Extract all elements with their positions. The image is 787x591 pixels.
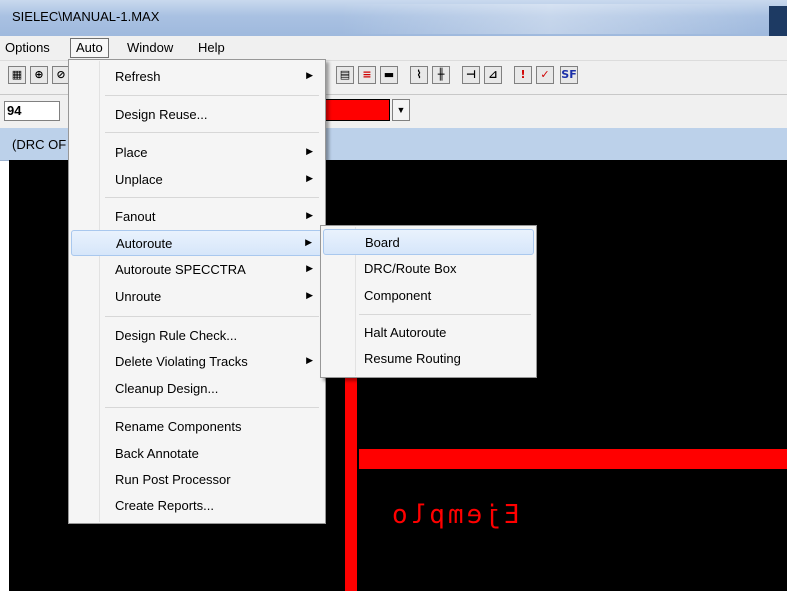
menu-item-label: Autoroute SPECCTRA bbox=[115, 262, 246, 277]
submenu-item-drc-route-box[interactable]: DRC/Route Box bbox=[323, 256, 534, 282]
drc-check-icon[interactable]: ✓ bbox=[536, 66, 554, 84]
submenu-item-halt-autoroute[interactable]: Halt Autoroute bbox=[323, 320, 534, 346]
menu-item-autoroute-specctra[interactable]: Autoroute SPECCTRA ▶ bbox=[71, 257, 323, 283]
drc-toggle-icon[interactable]: ≡ bbox=[358, 66, 376, 84]
title-bar-edge bbox=[769, 6, 787, 36]
sf-icon[interactable]: SF bbox=[560, 66, 578, 84]
submenu-item-label: DRC/Route Box bbox=[364, 261, 457, 276]
pcb-reference-text: Ejemplo bbox=[389, 500, 520, 530]
menu-window[interactable]: Window bbox=[122, 40, 178, 56]
menu-item-back-annotate[interactable]: Back Annotate bbox=[71, 441, 323, 467]
menu-item-refresh[interactable]: Refresh ▶ bbox=[71, 64, 323, 90]
menu-options[interactable]: Options bbox=[0, 40, 55, 56]
autoroute-submenu: Board DRC/Route Box Component Halt Autor… bbox=[320, 225, 537, 378]
menu-item-label: Create Reports... bbox=[115, 498, 214, 513]
fanout-icon[interactable]: ⌇ bbox=[410, 66, 428, 84]
pcb-track-horizontal bbox=[359, 449, 787, 469]
submenu-arrow-icon: ▶ bbox=[306, 70, 313, 80]
layer-toggle-icon[interactable]: ▤ bbox=[336, 66, 354, 84]
menu-item-cleanup-design[interactable]: Cleanup Design... bbox=[71, 376, 323, 402]
submenu-item-board[interactable]: Board bbox=[323, 229, 534, 255]
menu-item-label: Design Rule Check... bbox=[115, 328, 238, 343]
connect-arrow-icon[interactable]: ⊿ bbox=[484, 66, 502, 84]
submenu-item-label: Component bbox=[364, 288, 432, 303]
menu-auto[interactable]: Auto bbox=[70, 38, 109, 58]
window-title: SIELEC\MANUAL-1.MAX bbox=[12, 9, 160, 24]
color-dropdown-button[interactable]: ▼ bbox=[392, 99, 410, 121]
menu-separator bbox=[105, 95, 319, 96]
submenu-arrow-icon: ▶ bbox=[306, 173, 313, 183]
title-bar-glow bbox=[340, 4, 760, 34]
menu-item-label: Autoroute bbox=[116, 236, 173, 251]
menu-item-unroute[interactable]: Unroute ▶ bbox=[71, 284, 323, 310]
menu-item-label: Cleanup Design... bbox=[115, 381, 219, 396]
chevron-down-icon: ▼ bbox=[396, 105, 406, 115]
submenu-arrow-icon: ▶ bbox=[306, 355, 313, 365]
grid-icon[interactable]: ▦ bbox=[8, 66, 26, 84]
connect-icon[interactable]: ⊣ bbox=[462, 66, 480, 84]
submenu-arrow-icon: ▶ bbox=[306, 146, 313, 156]
menu-item-rename-components[interactable]: Rename Components bbox=[71, 414, 323, 440]
submenu-item-label: Halt Autoroute bbox=[364, 325, 447, 340]
drc-status-text: (DRC OF bbox=[12, 137, 67, 152]
submenu-arrow-icon: ▶ bbox=[306, 263, 313, 273]
menu-separator bbox=[105, 197, 319, 198]
menu-item-create-reports[interactable]: Create Reports... bbox=[71, 493, 323, 519]
menu-separator bbox=[105, 316, 319, 317]
menu-item-delete-violating-tracks[interactable]: Delete Violating Tracks ▶ bbox=[71, 349, 323, 375]
menu-item-unplace[interactable]: Unplace ▶ bbox=[71, 167, 323, 193]
title-bar: SIELEC\MANUAL-1.MAX bbox=[0, 0, 787, 36]
layer-color-swatch[interactable] bbox=[318, 99, 390, 121]
menu-item-run-post-processor[interactable]: Run Post Processor bbox=[71, 467, 323, 493]
menu-item-autoroute[interactable]: Autoroute ▶ bbox=[71, 230, 323, 256]
menu-separator bbox=[105, 407, 319, 408]
submenu-item-label: Resume Routing bbox=[364, 351, 461, 366]
submenu-item-label: Board bbox=[365, 235, 400, 250]
submenu-item-resume-routing[interactable]: Resume Routing bbox=[323, 346, 534, 372]
menu-item-label: Unroute bbox=[115, 289, 162, 304]
submenu-arrow-icon: ▶ bbox=[306, 210, 313, 220]
menu-item-place[interactable]: Place ▶ bbox=[71, 140, 323, 166]
menu-item-fanout[interactable]: Fanout ▶ bbox=[71, 204, 323, 230]
menu-item-label: Unplace bbox=[115, 172, 163, 187]
zoom-in-icon[interactable]: ⊕ bbox=[30, 66, 48, 84]
route-icon[interactable]: ▬ bbox=[380, 66, 398, 84]
menu-item-design-reuse[interactable]: Design Reuse... bbox=[71, 102, 323, 128]
menu-item-label: Run Post Processor bbox=[115, 472, 231, 487]
menu-item-label: Fanout bbox=[115, 209, 156, 224]
menu-item-design-rule-check[interactable]: Design Rule Check... bbox=[71, 323, 323, 349]
menu-item-label: Back Annotate bbox=[115, 446, 199, 461]
menu-item-label: Design Reuse... bbox=[115, 107, 208, 122]
menu-item-label: Delete Violating Tracks bbox=[115, 354, 248, 369]
auto-menu: Refresh ▶ Design Reuse... Place ▶ Unplac… bbox=[68, 59, 326, 524]
layer-selector[interactable]: 94 bbox=[4, 101, 60, 121]
menu-item-label: Place bbox=[115, 145, 148, 160]
submenu-arrow-icon: ▶ bbox=[305, 237, 312, 247]
menu-separator bbox=[105, 132, 319, 133]
split-icon[interactable]: ╫ bbox=[432, 66, 450, 84]
submenu-separator bbox=[359, 314, 531, 315]
menu-item-label: Refresh bbox=[115, 69, 161, 84]
error-icon[interactable]: ! bbox=[514, 66, 532, 84]
submenu-arrow-icon: ▶ bbox=[306, 290, 313, 300]
pcb-track-vertical bbox=[345, 377, 357, 591]
menu-bar: Options Auto Window Help bbox=[0, 36, 787, 61]
submenu-item-component[interactable]: Component bbox=[323, 283, 534, 309]
menu-item-label: Rename Components bbox=[115, 419, 242, 434]
menu-help[interactable]: Help bbox=[193, 40, 230, 56]
